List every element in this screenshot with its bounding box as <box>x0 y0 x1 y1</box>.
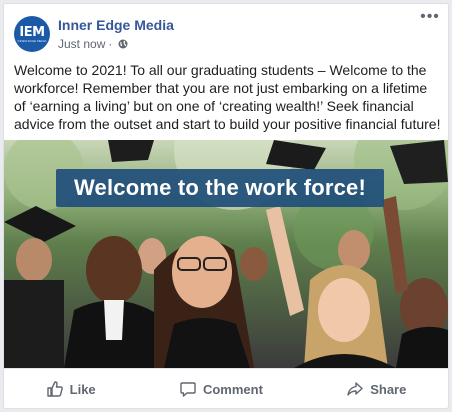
more-options-icon[interactable]: ••• <box>420 9 440 26</box>
post-image[interactable]: Welcome to the work force! <box>4 140 448 368</box>
avatar-logo: IEM <box>19 24 45 40</box>
globe-icon[interactable] <box>118 39 128 49</box>
post-actions: Like Comment Share <box>4 368 448 408</box>
page-name-link[interactable]: Inner Edge Media <box>58 17 174 33</box>
facebook-post: IEM INNER EDGE MEDIA Inner Edge Media Ju… <box>3 3 449 409</box>
meta-separator: · <box>108 37 113 51</box>
like-label: Like <box>69 381 96 397</box>
share-button[interactable]: Share <box>332 374 420 404</box>
comment-label: Comment <box>202 381 263 397</box>
avatar-tagline: INNER EDGE MEDIA <box>17 38 47 43</box>
thumbs-up-icon <box>46 381 63 397</box>
post-header: IEM INNER EDGE MEDIA Inner Edge Media Ju… <box>4 4 448 56</box>
share-arrow-icon <box>347 382 363 396</box>
timestamp-link[interactable]: Just now <box>58 37 105 51</box>
share-label: Share <box>370 381 407 397</box>
comment-icon <box>180 382 196 397</box>
post-text: Welcome to 2021! To all our graduating s… <box>14 62 441 132</box>
page-avatar[interactable]: IEM INNER EDGE MEDIA <box>14 16 50 52</box>
image-banner: Welcome to the work force! <box>56 169 384 207</box>
post-meta: Just now · <box>58 37 128 51</box>
like-button[interactable]: Like <box>32 374 110 404</box>
comment-button[interactable]: Comment <box>165 374 277 404</box>
